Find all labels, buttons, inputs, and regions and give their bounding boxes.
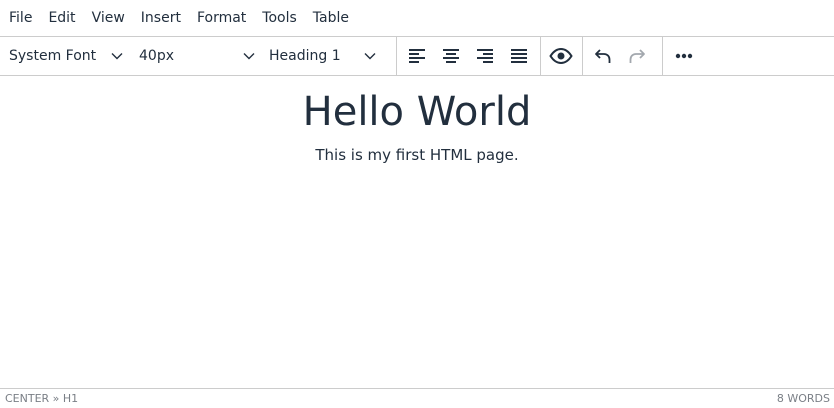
toolbar-divider <box>396 37 397 75</box>
editor-content[interactable]: Hello World This is my first HTML page. <box>0 77 834 387</box>
word-count[interactable]: 8 WORDS <box>777 392 830 405</box>
undo-button[interactable] <box>586 37 620 75</box>
redo-button[interactable] <box>620 37 654 75</box>
menu-edit[interactable]: Edit <box>40 0 83 36</box>
block-format-value: Heading 1 <box>269 48 341 64</box>
statusbar: CENTER » H1 8 WORDS <box>0 388 834 408</box>
more-icon <box>675 53 693 59</box>
preview-button[interactable] <box>544 37 578 75</box>
align-right-icon <box>476 48 494 64</box>
align-justify-icon <box>510 48 528 64</box>
menu-view[interactable]: View <box>84 0 133 36</box>
align-justify-button[interactable] <box>502 37 536 75</box>
toolbar-divider <box>582 37 583 75</box>
chevron-down-icon <box>243 37 255 75</box>
toolbar-divider <box>540 37 541 75</box>
menu-insert[interactable]: Insert <box>133 0 189 36</box>
redo-icon <box>628 47 646 65</box>
align-center-icon <box>442 48 460 64</box>
element-path[interactable]: CENTER » H1 <box>5 392 78 405</box>
more-button[interactable] <box>667 37 701 75</box>
block-format-select[interactable]: Heading 1 <box>260 37 396 75</box>
preview-icon <box>549 48 573 64</box>
chevron-down-icon <box>111 37 123 75</box>
menu-tools[interactable]: Tools <box>254 0 305 36</box>
menu-format[interactable]: Format <box>189 0 254 36</box>
align-right-button[interactable] <box>468 37 502 75</box>
undo-icon <box>594 47 612 65</box>
paragraph-text[interactable]: This is my first HTML page. <box>0 146 834 164</box>
align-left-icon <box>408 48 426 64</box>
toolbar-divider <box>662 37 663 75</box>
align-center-button[interactable] <box>434 37 468 75</box>
font-size-value: 40px <box>139 48 174 64</box>
font-family-select[interactable]: System Font <box>0 37 130 75</box>
menu-file[interactable]: File <box>0 0 40 36</box>
chevron-down-icon <box>364 37 376 75</box>
heading-text[interactable]: Hello World <box>0 90 834 134</box>
menu-table[interactable]: Table <box>305 0 357 36</box>
font-family-value: System Font <box>9 48 97 64</box>
menubar: File Edit View Insert Format Tools Table <box>0 0 834 36</box>
font-size-select[interactable]: 40px <box>130 37 260 75</box>
align-left-button[interactable] <box>400 37 434 75</box>
toolbar: System Font 40px Heading 1 <box>0 36 834 76</box>
